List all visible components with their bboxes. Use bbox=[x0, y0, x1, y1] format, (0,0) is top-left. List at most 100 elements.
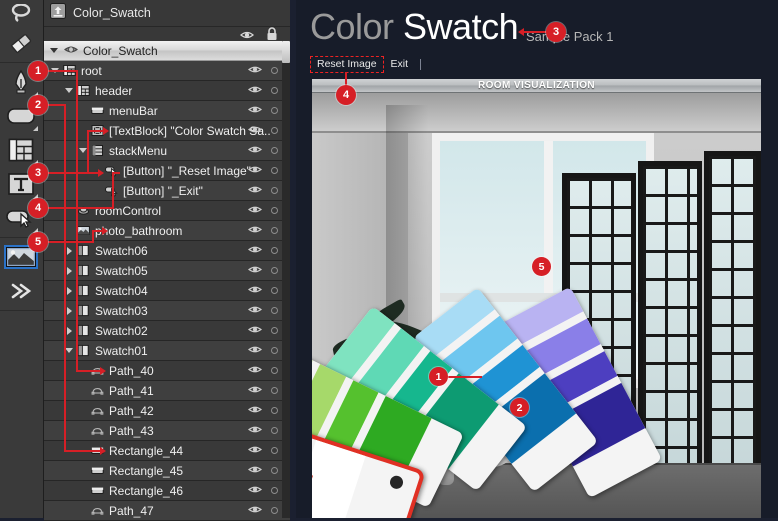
flyout-triangle-icon[interactable] bbox=[33, 126, 38, 131]
lock-toggle-icon[interactable] bbox=[271, 427, 278, 434]
tree-row-menubar[interactable]: menuBar bbox=[44, 101, 290, 121]
tree-row-label: [Button] "_Exit" bbox=[123, 183, 203, 198]
lock-icon[interactable] bbox=[266, 27, 278, 46]
eye-icon[interactable] bbox=[247, 384, 263, 398]
tree-row-button-exit[interactable]: [Button] "_Exit" bbox=[44, 181, 290, 201]
lock-toggle-icon[interactable] bbox=[271, 287, 278, 294]
lock-toggle-icon[interactable] bbox=[271, 467, 278, 474]
eye-icon[interactable] bbox=[247, 424, 263, 438]
tree-scrollbar[interactable] bbox=[282, 41, 290, 518]
lock-toggle-icon[interactable] bbox=[271, 207, 278, 214]
stage-header: ROOM VISUALIZATION bbox=[312, 79, 761, 93]
lock-toggle-icon[interactable] bbox=[271, 347, 278, 354]
tree-row-path-41[interactable]: Path_41 bbox=[44, 381, 290, 401]
eye-icon[interactable] bbox=[247, 184, 263, 198]
tree-row-label: Rectangle_45 bbox=[109, 463, 184, 478]
eye-icon[interactable] bbox=[247, 364, 263, 378]
lock-toggle-icon[interactable] bbox=[271, 407, 278, 414]
tree-row-roomcontrol[interactable]: roomControl bbox=[44, 201, 290, 221]
chevron-down-icon[interactable] bbox=[49, 48, 59, 53]
photo-bathroom[interactable]: 5 1 2 bbox=[312, 93, 761, 518]
eraser-tool[interactable] bbox=[0, 26, 42, 60]
lock-toggle-icon[interactable] bbox=[271, 127, 278, 134]
lock-toggle-icon[interactable] bbox=[271, 307, 278, 314]
chevron-down-icon[interactable] bbox=[64, 88, 74, 93]
eye-icon[interactable] bbox=[247, 124, 263, 138]
tree-row-swatch06[interactable]: Swatch06 bbox=[44, 241, 290, 261]
tree-row-swatch01[interactable]: Swatch01 bbox=[44, 341, 290, 361]
lock-toggle-icon[interactable] bbox=[271, 267, 278, 274]
lock-toggle-icon[interactable] bbox=[271, 487, 278, 494]
eye-outline-icon[interactable] bbox=[64, 42, 78, 60]
tree-row-path-47[interactable]: Path_47 bbox=[44, 501, 290, 521]
room-visualization-stage: ROOM VISUALIZATION 5 1 2 bbox=[312, 79, 761, 518]
lock-toggle-icon[interactable] bbox=[271, 147, 278, 154]
rect-icon bbox=[91, 464, 104, 477]
tree-row-swatch03[interactable]: Swatch03 bbox=[44, 301, 290, 321]
eye-icon[interactable] bbox=[247, 504, 263, 518]
object-tree-panel: Color_Swatch Color_Swatch root header me… bbox=[44, 0, 290, 521]
lock-toggle-icon[interactable] bbox=[271, 387, 278, 394]
exit-button[interactable]: Exit bbox=[384, 56, 416, 73]
lock-toggle-icon[interactable] bbox=[271, 507, 278, 514]
lock-toggle-icon[interactable] bbox=[271, 107, 278, 114]
eye-icon[interactable] bbox=[247, 244, 263, 258]
lock-toggle-icon[interactable] bbox=[271, 447, 278, 454]
eye-icon[interactable] bbox=[247, 224, 263, 238]
color-swatch-fan[interactable] bbox=[312, 263, 761, 518]
reset-image-button[interactable]: Reset Image bbox=[310, 55, 384, 73]
eye-icon[interactable] bbox=[247, 284, 263, 298]
tree-row-swatch02[interactable]: Swatch02 bbox=[44, 321, 290, 341]
tree-callout-marker-3: 3 bbox=[28, 163, 48, 183]
lock-toggle-icon[interactable] bbox=[271, 327, 278, 334]
eye-icon[interactable] bbox=[247, 304, 263, 318]
eye-icon[interactable] bbox=[247, 264, 263, 278]
scrollbar-thumb[interactable] bbox=[282, 41, 290, 63]
double-chevron-right-icon bbox=[9, 281, 33, 301]
page-title-part2: Swatch bbox=[403, 6, 519, 47]
tree-column-header bbox=[44, 27, 290, 41]
lock-toggle-icon[interactable] bbox=[271, 247, 278, 254]
tree-row-label: Path_42 bbox=[109, 403, 154, 418]
eye-icon[interactable] bbox=[247, 64, 263, 78]
eye-icon[interactable] bbox=[247, 204, 263, 218]
lasso-tool[interactable] bbox=[0, 2, 42, 26]
eye-icon[interactable] bbox=[239, 28, 255, 46]
lock-toggle-icon[interactable] bbox=[271, 227, 278, 234]
eye-icon[interactable] bbox=[247, 404, 263, 418]
tree-rows-container: root header menuBar [TextBlock] "Color Swat… bbox=[44, 61, 290, 521]
eye-icon[interactable] bbox=[247, 324, 263, 338]
lock-toggle-icon[interactable] bbox=[271, 367, 278, 374]
lock-toggle-icon[interactable] bbox=[271, 187, 278, 194]
eraser-icon bbox=[8, 30, 34, 56]
tree-row-textblock-color-swatch-sa[interactable]: [TextBlock] "Color Swatch Sa.. bbox=[44, 121, 290, 141]
eye-icon[interactable] bbox=[247, 84, 263, 98]
tree-row-label: Path_47 bbox=[109, 503, 154, 518]
tree-row-label: root bbox=[81, 63, 102, 78]
eye-icon[interactable] bbox=[247, 104, 263, 118]
eye-icon[interactable] bbox=[247, 144, 263, 158]
lock-toggle-icon[interactable] bbox=[271, 87, 278, 94]
eye-icon[interactable] bbox=[247, 164, 263, 178]
tree-row-swatch04[interactable]: Swatch04 bbox=[44, 281, 290, 301]
tree-row-button-reset-image[interactable]: [Button] "_Reset Image" bbox=[44, 161, 290, 181]
tree-row-stackmenu[interactable]: stackMenu bbox=[44, 141, 290, 161]
tree-row-path-42[interactable]: Path_42 bbox=[44, 401, 290, 421]
tree-row-rectangle-45[interactable]: Rectangle_45 bbox=[44, 461, 290, 481]
eye-icon[interactable] bbox=[247, 484, 263, 498]
tree-row-header[interactable]: header bbox=[44, 81, 290, 101]
tree-row-path-43[interactable]: Path_43 bbox=[44, 421, 290, 441]
swatch-color-band[interactable] bbox=[312, 439, 366, 518]
tree-row-photo-bathroom[interactable]: photo_bathroom bbox=[44, 221, 290, 241]
lock-toggle-icon[interactable] bbox=[271, 167, 278, 174]
eye-icon[interactable] bbox=[247, 464, 263, 478]
tree-row-swatch05[interactable]: Swatch05 bbox=[44, 261, 290, 281]
lock-toggle-icon[interactable] bbox=[271, 67, 278, 74]
layout-grid-tool[interactable] bbox=[0, 133, 42, 167]
callout-t3-v bbox=[87, 130, 89, 174]
tree-row-rectangle-46[interactable]: Rectangle_46 bbox=[44, 481, 290, 501]
eye-icon[interactable] bbox=[247, 344, 263, 358]
more-tools-button[interactable] bbox=[0, 274, 42, 308]
eye-icon[interactable] bbox=[247, 444, 263, 458]
tree-row-root[interactable]: root bbox=[44, 61, 290, 81]
